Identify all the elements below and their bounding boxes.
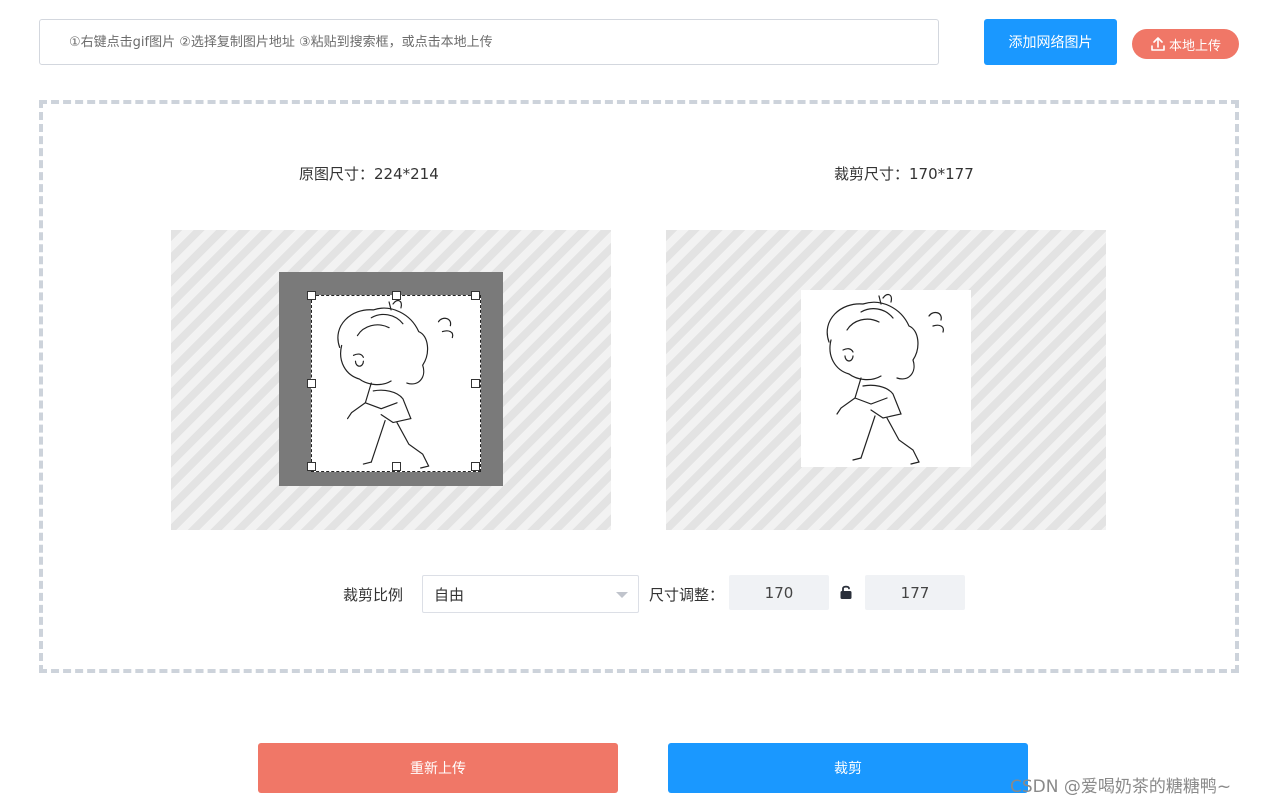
chevron-down-icon xyxy=(616,592,628,598)
resize-handle-e[interactable] xyxy=(471,379,480,388)
add-network-image-button[interactable]: 添加网络图片 xyxy=(984,19,1117,65)
resize-handle-n[interactable] xyxy=(392,291,401,300)
resize-handle-se[interactable] xyxy=(471,462,480,471)
upload-icon xyxy=(1151,37,1165,51)
lock-open-icon[interactable] xyxy=(839,584,853,600)
crop-ratio-value: 自由 xyxy=(434,585,465,604)
preview-image xyxy=(801,290,971,467)
height-input[interactable] xyxy=(865,575,965,610)
character-sketch-image xyxy=(337,299,454,469)
resize-handle-nw[interactable] xyxy=(307,291,316,300)
local-upload-label: 本地上传 xyxy=(1168,38,1221,54)
resize-handle-ne[interactable] xyxy=(471,291,480,300)
resize-handle-sw[interactable] xyxy=(307,462,316,471)
crop-preview xyxy=(666,230,1106,530)
character-sketch-preview xyxy=(826,293,944,465)
reupload-button[interactable]: 重新上传 xyxy=(258,743,618,793)
resize-handle-s[interactable] xyxy=(392,462,401,471)
image-url-input[interactable] xyxy=(39,19,939,65)
crop-ratio-select[interactable]: 自由 xyxy=(422,575,639,613)
width-input[interactable] xyxy=(729,575,829,610)
resize-label: 尺寸调整： xyxy=(649,586,725,604)
original-size-label: 原图尺寸：224*214 xyxy=(299,165,439,183)
resize-handle-w[interactable] xyxy=(307,379,316,388)
crop-ratio-label: 裁剪比例 xyxy=(343,586,404,604)
csdn-watermark: CSDN @爱喝奶茶的糖糖鸭~ xyxy=(1010,777,1232,797)
original-image xyxy=(279,272,503,486)
crop-canvas[interactable] xyxy=(171,230,611,530)
local-upload-button[interactable]: 本地上传 xyxy=(1132,29,1239,59)
crop-selection-box[interactable] xyxy=(307,291,481,472)
crop-size-label: 裁剪尺寸：170*177 xyxy=(834,165,974,183)
crop-button[interactable]: 裁剪 xyxy=(668,743,1028,793)
